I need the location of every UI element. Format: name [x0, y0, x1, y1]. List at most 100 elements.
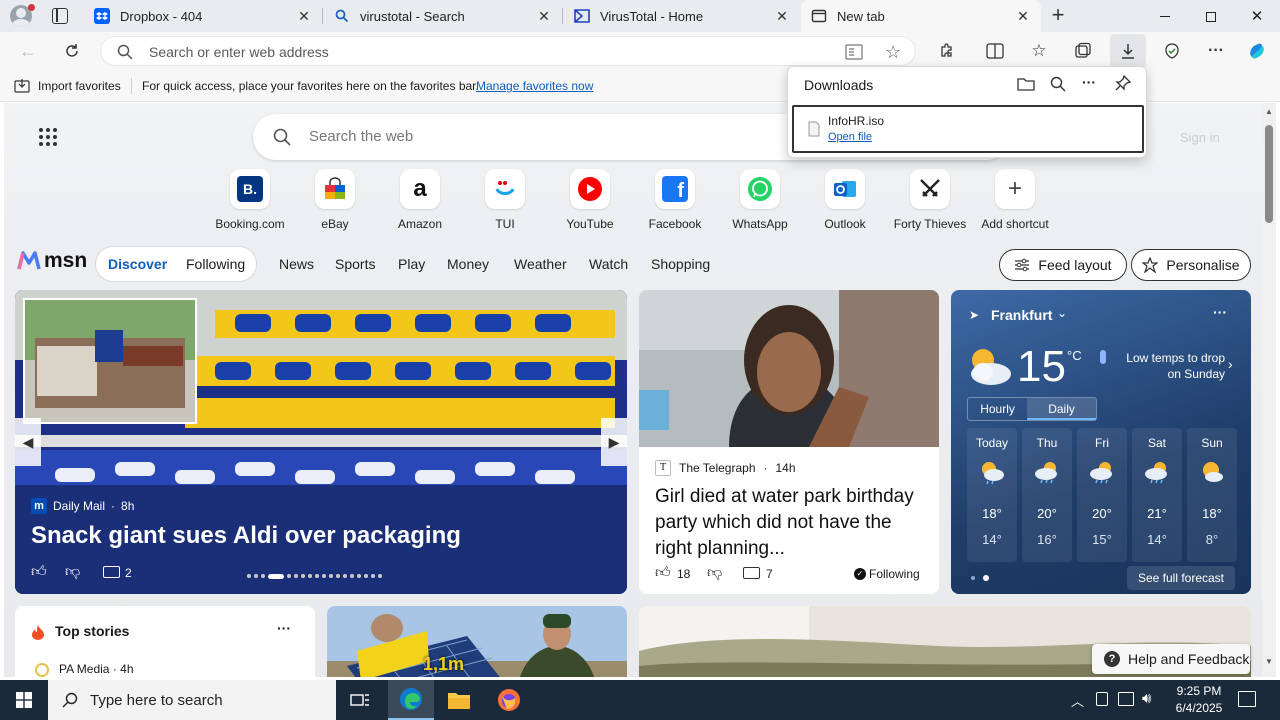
close-tab-icon[interactable]: ✕	[536, 8, 552, 24]
nav-play[interactable]: Play	[398, 256, 425, 272]
forecast-day[interactable]: Today 18° 14°	[967, 428, 1017, 562]
notifications-icon[interactable]	[1238, 691, 1256, 707]
tab-daily[interactable]: Daily	[1027, 398, 1096, 420]
nav-money[interactable]: Money	[447, 256, 489, 272]
close-tab-icon[interactable]: ✕	[1015, 8, 1031, 24]
browser-essentials-icon[interactable]	[1158, 37, 1186, 65]
taskbar-edge[interactable]	[388, 680, 434, 720]
more-options-icon[interactable]: ···	[277, 620, 291, 636]
address-input[interactable]: Search or enter web address	[149, 44, 329, 60]
dislike-icon[interactable]: 👎︎	[707, 564, 722, 582]
prev-slide-button[interactable]: ◀	[15, 418, 41, 466]
solar-story-card[interactable]: 1,1m	[327, 606, 627, 677]
help-feedback-button[interactable]: ? Help and Feedback	[1092, 644, 1250, 674]
scroll-thumb[interactable]	[1265, 125, 1273, 223]
shortcut-youtube[interactable]: YouTube	[550, 169, 630, 231]
more-options-icon[interactable]: ···	[1082, 74, 1096, 90]
restore-button[interactable]	[1188, 0, 1234, 32]
forecast-day[interactable]: Sun 18° 8°	[1187, 428, 1237, 562]
tab-virustotal-home[interactable]: VirusTotal - Home ✕	[564, 0, 800, 32]
weather-card[interactable]: ➤ Frankfurt ⌄ ··· 15 °C Low temps to dro…	[951, 290, 1251, 594]
like-icon[interactable]: 👍︎	[655, 564, 671, 582]
minimize-button[interactable]	[1142, 0, 1188, 32]
close-tab-icon[interactable]: ✕	[296, 8, 312, 24]
taskbar-search-box[interactable]: Type here to search	[48, 680, 336, 720]
new-tab-button[interactable]: +	[1046, 4, 1070, 28]
shortcut-booking[interactable]: B. Booking.com	[210, 169, 290, 231]
immersive-reader-icon[interactable]	[845, 44, 863, 60]
favorites-icon[interactable]: ☆	[1025, 37, 1053, 65]
web-search-input[interactable]: Search the web	[309, 128, 413, 145]
close-tab-icon[interactable]: ✕	[774, 8, 790, 24]
downloads-icon[interactable]	[1110, 34, 1146, 68]
weather-more-icon[interactable]: ···	[1213, 304, 1227, 320]
tab-following[interactable]: Following	[186, 256, 245, 272]
scroll-up-arrow[interactable]: ▲	[1265, 107, 1273, 116]
pagination-dot[interactable]	[971, 576, 975, 580]
manage-favorites-link[interactable]: Manage favorites now	[476, 79, 593, 93]
refresh-button[interactable]	[58, 37, 86, 65]
back-button[interactable]: ←	[14, 37, 42, 65]
shortcut-facebook[interactable]: f Facebook	[635, 169, 715, 231]
weather-city[interactable]: Frankfurt	[991, 307, 1052, 323]
feed-layout-button[interactable]: Feed layout	[999, 249, 1127, 281]
shortcut-add[interactable]: + Add shortcut	[975, 169, 1055, 231]
network-device-icon[interactable]	[1096, 692, 1108, 706]
tab-new-tab[interactable]: New tab ✕	[801, 0, 1041, 32]
dislike-icon[interactable]: 👎︎	[65, 563, 80, 581]
search-icon[interactable]	[1050, 76, 1066, 92]
taskbar-file-explorer[interactable]	[436, 680, 482, 720]
collections-icon[interactable]	[1069, 37, 1097, 65]
shortcut-ebay[interactable]: eBay	[295, 169, 375, 231]
download-item[interactable]: InfoHR.iso Open file	[792, 105, 1144, 153]
tab-discover[interactable]: Discover	[108, 256, 167, 272]
nav-shopping[interactable]: Shopping	[651, 256, 710, 272]
shortcut-tui[interactable]: TUI	[465, 169, 545, 231]
shortcut-outlook[interactable]: Outlook	[805, 169, 885, 231]
forecast-day[interactable]: Sat 21° 14°	[1132, 428, 1182, 562]
chevron-right-icon[interactable]: ›	[1228, 356, 1233, 372]
following-label[interactable]: Following	[869, 567, 920, 581]
forecast-day[interactable]: Fri 20° 15°	[1077, 428, 1127, 562]
open-file-link[interactable]: Open file	[828, 131, 872, 143]
network-icon[interactable]	[1118, 692, 1134, 706]
pin-icon[interactable]	[1115, 75, 1131, 91]
more-menu-icon[interactable]: ···	[1202, 37, 1230, 65]
nav-sports[interactable]: Sports	[335, 256, 375, 272]
top-stories-title[interactable]: Top stories	[55, 623, 129, 639]
close-window-button[interactable]: ✕	[1234, 0, 1280, 32]
comment-icon[interactable]	[743, 567, 760, 579]
nav-watch[interactable]: Watch	[589, 256, 628, 272]
taskbar-firefox[interactable]	[486, 680, 532, 720]
carousel-dots[interactable]	[247, 573, 407, 579]
tab-virustotal-search[interactable]: virustotal - Search ✕	[324, 0, 562, 32]
nav-news[interactable]: News	[279, 256, 314, 272]
chevron-down-icon[interactable]: ⌄	[1057, 306, 1067, 320]
scroll-down-arrow[interactable]: ▼	[1265, 657, 1273, 666]
task-view-icon[interactable]	[340, 680, 380, 720]
comment-icon[interactable]	[103, 566, 120, 578]
tab-actions-icon[interactable]	[52, 8, 68, 24]
forecast-day[interactable]: Thu 20° 16°	[1022, 428, 1072, 562]
copilot-icon[interactable]	[1243, 37, 1271, 65]
pagination-dot[interactable]	[983, 575, 989, 581]
tab-dropbox[interactable]: Dropbox - 404 ✕	[84, 0, 322, 32]
clock-date[interactable]: 6/4/2025	[1170, 701, 1228, 715]
story-card-telegraph[interactable]: T The Telegraph · 14h Girl died at water…	[639, 290, 939, 594]
split-screen-icon[interactable]	[981, 37, 1009, 65]
personalise-button[interactable]: Personalise	[1131, 249, 1251, 281]
page-scrollbar[interactable]: ▲ ▼	[1262, 103, 1276, 677]
address-bar[interactable]: Search or enter web address ☆	[100, 36, 916, 66]
clock-time[interactable]: 9:25 PM	[1173, 684, 1225, 698]
story-headline[interactable]: Girl died at water park birthday party w…	[655, 484, 927, 562]
msn-logo[interactable]: msn	[16, 249, 87, 273]
chevron-up-icon[interactable]: ︿	[1071, 691, 1084, 710]
hero-headline[interactable]: Snack giant sues Aldi over packaging	[31, 522, 461, 550]
tab-hourly[interactable]: Hourly	[968, 398, 1027, 420]
favorite-star-icon[interactable]: ☆	[885, 42, 901, 63]
import-favorites-button[interactable]: Import favorites	[38, 79, 121, 93]
hero-story-card[interactable]: ◀ ▶ m Daily Mail · 8h Snack giant sues A…	[15, 290, 627, 594]
shortcut-amazon[interactable]: a Amazon	[380, 169, 460, 231]
extensions-icon[interactable]	[933, 37, 961, 65]
nav-weather[interactable]: Weather	[514, 256, 567, 272]
